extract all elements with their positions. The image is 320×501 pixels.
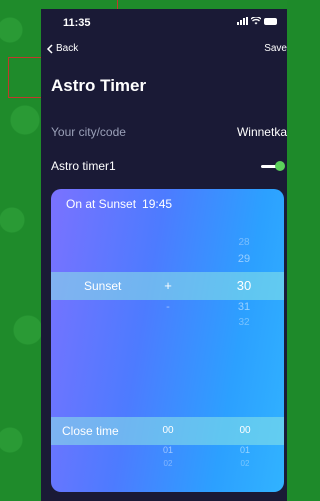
page-title: Astro Timer [51,76,147,95]
close-hour-option[interactable]: 02 [159,459,177,468]
battery-icon [264,17,277,25]
back-button[interactable]: Back [46,43,78,54]
minute-option[interactable]: 31 [234,301,254,313]
nav-bar: Back Save [41,43,287,59]
wifi-icon [251,17,261,25]
card-heading-time: 19:45 [142,197,173,211]
close-minute-option[interactable]: 01 [236,445,254,455]
event-selected[interactable]: Sunset [84,279,121,293]
card-heading: On at Sunset 19:45 [66,197,172,211]
toggle-knob [275,161,285,171]
minute-option[interactable]: 28 [234,237,254,248]
back-label: Back [56,43,79,54]
city-row[interactable]: Your city/code Winnetka [51,125,287,141]
red-outline-box [8,57,42,98]
chevron-left-icon [46,43,53,54]
minute-option[interactable]: 29 [234,253,254,265]
close-hour-option[interactable]: 01 [159,445,177,455]
city-value[interactable]: Winnetka [237,125,287,139]
minute-option[interactable]: 32 [234,317,254,328]
status-time: 11:35 [63,17,91,29]
close-minute-selected[interactable]: 00 [236,425,254,436]
status-icons [237,17,277,25]
astro-timer-label: Astro timer1 [51,159,116,173]
minute-selected[interactable]: 30 [233,278,255,293]
status-bar: 11:35 [41,9,287,33]
close-hour-selected[interactable]: 00 [159,425,177,436]
sign-selected[interactable]: + [161,278,175,293]
sign-option[interactable]: - [161,301,175,313]
signal-icon [237,17,248,25]
save-button[interactable]: Save [264,43,287,54]
timer-card: On at Sunset 19:45 28 29 30 31 32 Sunset… [51,189,284,492]
phone-screen: 11:35 Back Save Astro Timer Your city/co… [41,9,287,501]
astro-timer-toggle[interactable] [261,161,285,171]
card-heading-event: On at Sunset [66,197,137,211]
close-time-label: Close time [62,424,119,438]
astro-timer-row: Astro timer1 [51,159,287,175]
city-label: Your city/code [51,125,126,139]
close-minute-option[interactable]: 02 [236,459,254,468]
